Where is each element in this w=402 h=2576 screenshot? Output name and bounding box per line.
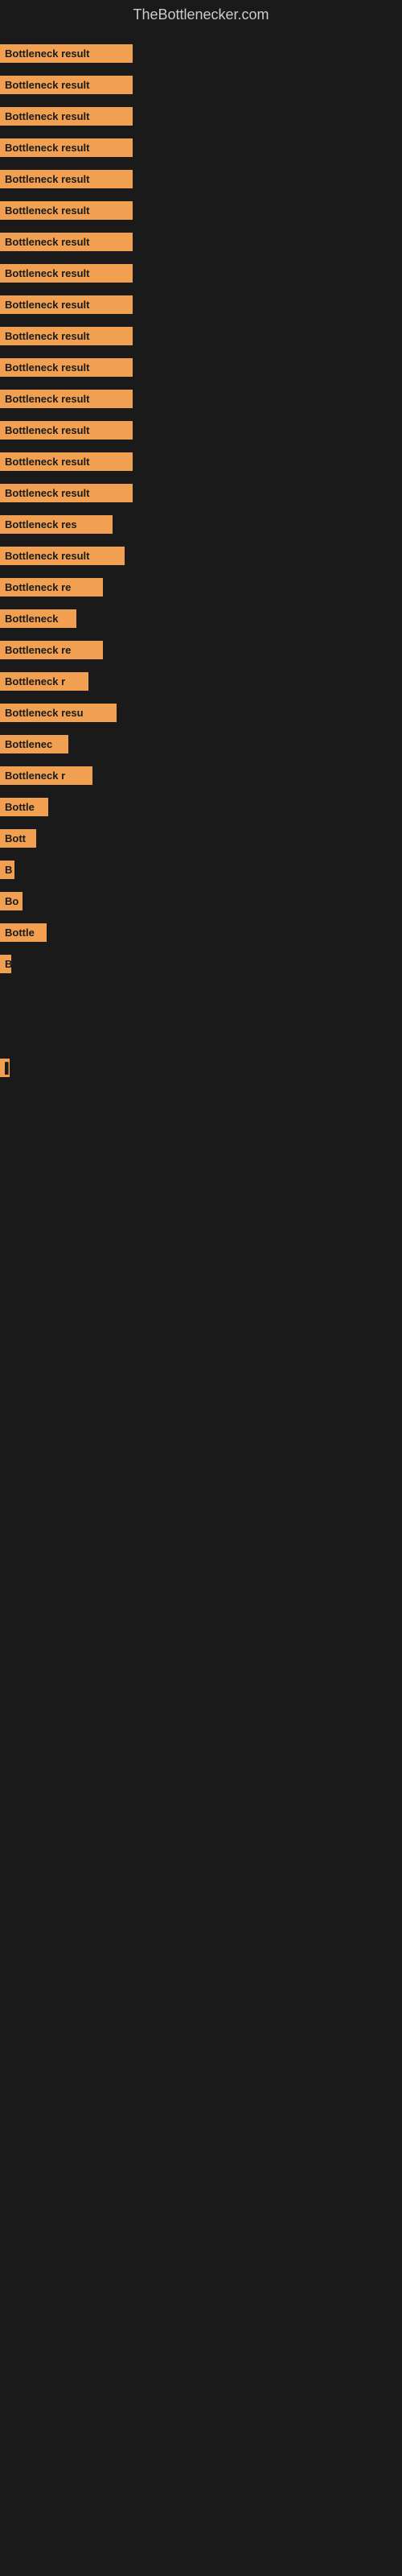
bar-row: Bo [0,886,402,917]
bar-label: Bottleneck result [0,138,133,157]
bar-label: Bottleneck res [0,515,113,534]
bar-row: Bottleneck resu [0,697,402,729]
bar-label: B [0,861,14,879]
bar-label: Bottleneck result [0,76,133,94]
bar-row: Bottleneck r [0,760,402,791]
bar-row: ▌ [0,1052,402,1084]
bar-row: Bottleneck result [0,258,402,289]
bar-row: Bottleneck result [0,415,402,446]
bar-label: Bottleneck result [0,327,133,345]
bar-row: Bottleneck result [0,352,402,383]
bar-row: Bottleneck result [0,38,402,69]
bar-label: Bottleneck [0,609,76,628]
site-title: TheBottlenecker.com [0,0,402,30]
bar-row: Bottle [0,791,402,823]
bar-label: Bottleneck result [0,295,133,314]
bar-label: Bottleneck result [0,107,133,126]
bar-row [0,1004,402,1028]
bar-row: Bottleneck result [0,69,402,101]
bar-row: Bottleneck re [0,634,402,666]
bar-row: Bottleneck result [0,320,402,352]
bars-container: Bottleneck result Bottleneck result Bottle… [0,30,402,1164]
bar-row: Bottleneck result [0,226,402,258]
bar-label: Bottleneck re [0,641,103,659]
bar-label: Bottleneck result [0,484,133,502]
bar-row: Bottleneck result [0,446,402,477]
bar-label: Bottleneck result [0,421,133,440]
bar-row [0,1084,402,1108]
bar-label: Bottleneck r [0,766,92,785]
bar-row [0,1028,402,1052]
bar-label: Bottleneck result [0,390,133,408]
bar-label: ▌ [0,1059,10,1077]
bar-label: Bottle [0,923,47,942]
bar-label: Bottleneck r [0,672,88,691]
bar-label: Bottleneck result [0,44,133,63]
bar-row: Bottleneck r [0,666,402,697]
bar-label: Bottlenec [0,735,68,753]
bar-row: B [0,948,402,980]
bar-label: Bottleneck result [0,170,133,188]
bar-row: Bottleneck result [0,101,402,132]
bar-row: Bottleneck re [0,572,402,603]
bar-row: Bottleneck [0,603,402,634]
bar-label: Bo [0,892,23,910]
bar-row: Bottleneck result [0,163,402,195]
bar-row [0,1132,402,1156]
bar-label: Bottleneck result [0,358,133,377]
bar-row: B [0,854,402,886]
bar-row: Bottleneck result [0,195,402,226]
bar-row: Bottle [0,917,402,948]
bar-row: Bottleneck result [0,477,402,509]
bar-row: Bottleneck result [0,289,402,320]
bar-label: Bottleneck resu [0,704,117,722]
bar-row: Bott [0,823,402,854]
bar-row [0,980,402,1004]
bar-row: Bottleneck result [0,540,402,572]
bar-row: Bottleneck result [0,132,402,163]
bar-label: Bottleneck result [0,547,125,565]
bar-label: Bottleneck result [0,233,133,251]
bar-label: Bottleneck result [0,201,133,220]
bar-label: Bottleneck re [0,578,103,597]
bar-row: Bottlenec [0,729,402,760]
bar-label: Bottleneck result [0,452,133,471]
bar-label: B [0,955,11,973]
bar-row [0,1108,402,1132]
bar-row: Bottleneck result [0,383,402,415]
bar-label: Bott [0,829,36,848]
bar-label: Bottle [0,798,48,816]
bar-label: Bottleneck result [0,264,133,283]
bar-row: Bottleneck res [0,509,402,540]
